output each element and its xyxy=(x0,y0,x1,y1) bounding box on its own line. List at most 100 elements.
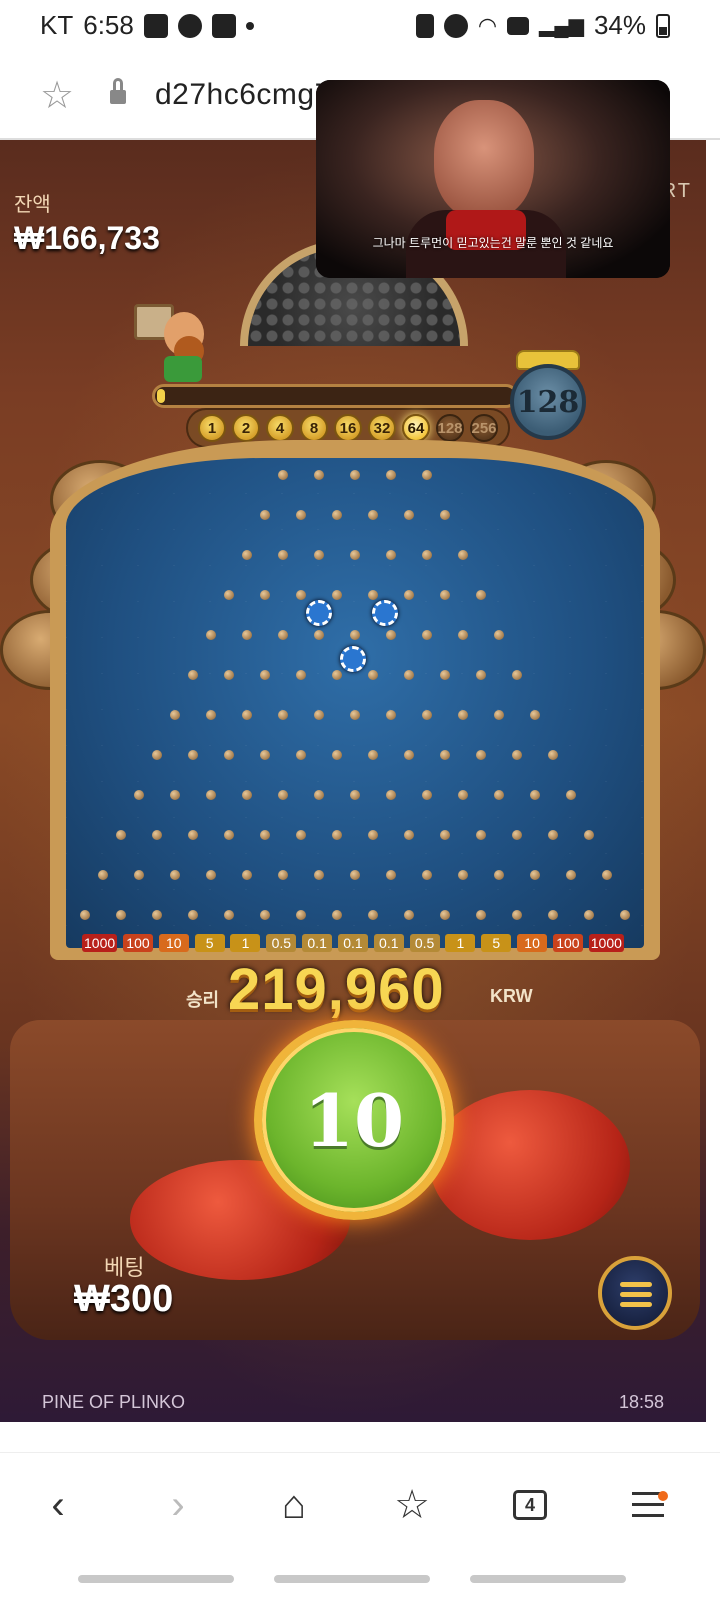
peg xyxy=(422,630,432,640)
menu-icon[interactable] xyxy=(620,1477,676,1533)
peg xyxy=(512,670,522,680)
plinko-board xyxy=(66,458,644,948)
peg xyxy=(368,830,378,840)
peg xyxy=(368,590,378,600)
weather-icon xyxy=(177,13,202,38)
battery-percent: 34% xyxy=(593,10,646,40)
ball xyxy=(372,600,398,626)
peg xyxy=(296,670,306,680)
peg xyxy=(314,550,324,560)
peg xyxy=(260,670,270,680)
gesture-bar-left xyxy=(78,1575,234,1583)
home-icon[interactable]: ⌂ xyxy=(266,1477,322,1533)
multiplier-slots: 1000 100 10 5 1 0.5 0.1 0.1 0.1 0.5 1 5 10 100 1000 xyxy=(82,934,624,952)
peg xyxy=(584,830,594,840)
peg xyxy=(350,710,360,720)
peg xyxy=(422,550,432,560)
peg xyxy=(512,830,522,840)
tabs-button[interactable]: 4 xyxy=(502,1477,558,1533)
peg xyxy=(242,710,252,720)
peg xyxy=(260,750,270,760)
dot-icon xyxy=(245,21,254,30)
multiplier-slot: 1000 xyxy=(588,934,624,952)
peg xyxy=(458,630,468,640)
peg xyxy=(278,790,288,800)
peg xyxy=(188,750,198,760)
peg xyxy=(350,550,360,560)
bookmarks-icon[interactable]: ☆ xyxy=(384,1477,440,1533)
peg xyxy=(548,830,558,840)
peg xyxy=(314,790,324,800)
lock-icon xyxy=(415,13,434,38)
peg xyxy=(260,590,270,600)
peg xyxy=(296,830,306,840)
multiplier-slot: 1 xyxy=(445,934,476,952)
progress-fill xyxy=(157,389,165,403)
peg xyxy=(476,910,486,920)
level-counter: 128 xyxy=(510,350,588,440)
alarm-icon xyxy=(443,13,468,38)
multiplier-slot: 10 xyxy=(517,934,548,952)
level-progress-bar xyxy=(152,384,518,408)
game-menu-button[interactable] xyxy=(598,1256,672,1330)
peg xyxy=(314,630,324,640)
peg xyxy=(98,870,108,880)
peg xyxy=(440,590,450,600)
play-button[interactable]: 10 xyxy=(254,1020,454,1220)
level-chip: 4 xyxy=(266,414,294,442)
peg xyxy=(422,790,432,800)
level-chip: 16 xyxy=(334,414,362,442)
multiplier-slot: 1000 xyxy=(82,934,118,952)
forward-icon[interactable]: › xyxy=(150,1477,206,1533)
peg xyxy=(224,590,234,600)
peg xyxy=(134,790,144,800)
peg xyxy=(422,870,432,880)
bookmark-star-icon[interactable]: ☆ xyxy=(40,76,80,116)
game-name: PINE OF PLINKO xyxy=(42,1392,186,1412)
peg xyxy=(386,790,396,800)
peg xyxy=(476,590,486,600)
browser-navbar: ‹ › ⌂ ☆ 4 xyxy=(0,1452,720,1600)
peg xyxy=(260,510,270,520)
bet-value[interactable]: ₩300 xyxy=(74,1278,173,1321)
peg xyxy=(368,910,378,920)
gesture-bar-right xyxy=(470,1575,626,1583)
peg xyxy=(296,910,306,920)
peg xyxy=(170,790,180,800)
peg xyxy=(476,830,486,840)
level-chip: 1 xyxy=(198,414,226,442)
peg xyxy=(458,870,468,880)
peg xyxy=(206,790,216,800)
carrier: KT xyxy=(40,10,74,40)
peg xyxy=(566,790,576,800)
peg xyxy=(278,870,288,880)
peg xyxy=(188,910,198,920)
peg xyxy=(350,630,360,640)
url-text[interactable]: d27hc6cmg7 xyxy=(155,78,332,112)
peg xyxy=(242,790,252,800)
back-icon[interactable]: ‹ xyxy=(30,1477,86,1533)
win-currency: KRW xyxy=(490,986,533,1006)
peg xyxy=(404,590,414,600)
peg xyxy=(116,830,126,840)
peg xyxy=(296,750,306,760)
game-footer: PINE OF PLINKO 18:58 xyxy=(0,1366,706,1422)
lock-icon[interactable] xyxy=(110,78,126,106)
peg xyxy=(476,670,486,680)
win-label: 승리 xyxy=(186,990,220,1010)
peg xyxy=(206,870,216,880)
multiplier-slot: 10 xyxy=(158,934,189,952)
peg xyxy=(224,830,234,840)
peg xyxy=(260,910,270,920)
peg xyxy=(314,710,324,720)
peg xyxy=(602,870,612,880)
pip-video[interactable]: 그나마 트루먼이 믿고있는건 말룬 뿐인 것 같네요 xyxy=(316,80,670,278)
peg xyxy=(278,470,288,480)
peg xyxy=(224,910,234,920)
peg xyxy=(440,830,450,840)
peg xyxy=(242,630,252,640)
peg xyxy=(170,870,180,880)
multiplier-slot: 100 xyxy=(552,934,583,952)
peg xyxy=(386,550,396,560)
game-area: 잔액 ₩166,733 RT 128 1 2 4 8 16 32 64 128 256 1000… xyxy=(0,140,706,1422)
